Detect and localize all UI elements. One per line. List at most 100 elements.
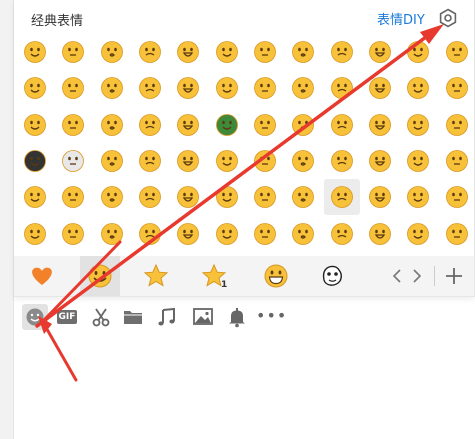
emoji-cell[interactable] [324,143,360,179]
category-tab-favorites[interactable] [22,256,62,296]
emoji-cell[interactable] [55,216,91,252]
emoji-cell[interactable] [400,179,436,215]
emoji-cell[interactable] [439,70,475,106]
emoji-cell[interactable] [439,34,475,70]
emoji-cell[interactable] [170,143,206,179]
emoji-face-icon [330,77,353,100]
emoji-cell[interactable] [247,70,283,106]
emoji-cell[interactable] [132,34,168,70]
add-emoji-button[interactable] [440,256,468,296]
emoji-cell[interactable] [94,216,130,252]
emoji-cell[interactable] [400,34,436,70]
emoji-cell[interactable] [170,216,206,252]
emoji-cell[interactable] [362,216,398,252]
emoji-cell[interactable] [362,107,398,143]
emoji-cell[interactable] [17,179,53,215]
emoji-face-icon [177,41,200,63]
category-tab-star-1[interactable]: 1 [194,256,234,296]
emoji-cell[interactable] [400,143,436,179]
emoji-cell[interactable] [247,34,283,70]
emoji-cell[interactable] [17,216,53,252]
emoji-cell[interactable] [324,34,360,70]
emoji-cell[interactable] [285,107,321,143]
emoji-cell[interactable] [323,179,360,216]
category-tab-grin[interactable] [256,256,296,296]
emoji-cell[interactable] [285,216,321,252]
category-next-button[interactable] [406,256,428,296]
emoji-diy-link[interactable]: 表情DIY [377,9,425,28]
emoji-cell[interactable] [439,179,475,215]
music-button[interactable] [154,304,180,330]
emoji-cell[interactable] [17,143,53,179]
emoji-cell[interactable] [285,143,321,179]
emoji-cell[interactable] [94,34,130,70]
image-button[interactable] [190,304,216,330]
emoji-cell[interactable] [55,70,91,106]
emoji-cell[interactable] [209,34,245,70]
chevron-left-icon [392,269,401,283]
emoji-cell[interactable] [94,143,130,179]
emoji-button[interactable] [22,304,48,330]
emoji-cell[interactable] [17,70,53,106]
more-button[interactable]: ••• [256,304,288,330]
emoji-cell[interactable] [439,107,475,143]
emoji-cell[interactable] [209,216,245,252]
emoji-cell[interactable] [324,70,360,106]
emoji-cell[interactable] [55,179,91,215]
notification-button[interactable] [224,304,250,330]
emoji-cell[interactable] [362,34,398,70]
file-button[interactable] [120,304,146,330]
emoji-cell[interactable] [247,179,283,215]
emoji-cell[interactable] [132,107,168,143]
emoji-cell[interactable] [132,70,168,106]
emoji-cell[interactable] [439,143,475,179]
emoji-cell[interactable] [94,70,130,106]
emoji-cell[interactable] [209,179,245,215]
emoji-cell[interactable] [94,107,130,143]
emoji-cell[interactable] [362,70,398,106]
emoji-cell[interactable] [247,107,283,143]
emoji-cell[interactable] [170,107,206,143]
more-icon: ••• [256,306,288,325]
emoji-cell[interactable] [324,216,360,252]
emoji-cell[interactable] [247,216,283,252]
emoji-face-icon [292,186,315,209]
emoji-cell[interactable] [170,34,206,70]
emoji-cell[interactable] [209,70,245,106]
emoji-cell[interactable] [324,107,360,143]
emoji-cell[interactable] [400,216,436,252]
emoji-cell[interactable] [209,143,245,179]
screenshot-button[interactable] [88,304,114,330]
emoji-cell[interactable] [132,143,168,179]
emoji-cell[interactable] [362,179,398,215]
emoji-cell[interactable] [170,179,206,215]
emoji-cell[interactable] [285,179,321,215]
emoji-cell[interactable] [55,107,91,143]
emoji-cell[interactable] [362,143,398,179]
emoji-cell[interactable] [132,179,168,215]
emoji-cell[interactable] [285,34,321,70]
category-tab-classic[interactable] [80,256,120,296]
category-tab-sticker[interactable] [312,256,352,296]
emoji-face-icon [330,186,353,209]
gif-button[interactable]: GIF [54,304,80,330]
emoji-cell[interactable] [17,107,53,143]
category-prev-button[interactable] [386,256,408,296]
emoji-face-icon [445,77,468,100]
emoji-cell[interactable] [170,70,206,106]
emoji-cell[interactable] [209,107,245,143]
emoji-cell[interactable] [400,70,436,106]
emoji-face-icon [330,113,353,136]
emoji-cell[interactable] [55,143,91,179]
emoji-cell[interactable] [247,143,283,179]
emoji-cell[interactable] [400,107,436,143]
category-tab-star[interactable] [136,256,176,296]
message-input-area[interactable] [14,336,474,439]
emoji-cell[interactable] [94,179,130,215]
emoji-cell[interactable] [17,34,53,70]
settings-icon[interactable] [438,8,458,28]
emoji-cell[interactable] [439,216,475,252]
emoji-cell[interactable] [132,216,168,252]
emoji-cell[interactable] [55,34,91,70]
emoji-cell[interactable] [285,70,321,106]
